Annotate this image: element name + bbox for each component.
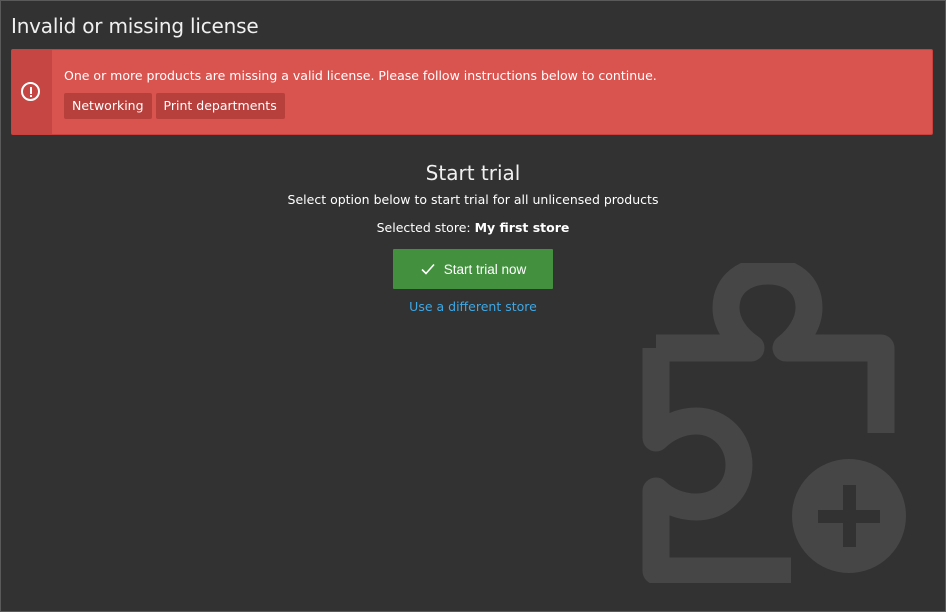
selected-store-label: Selected store: — [376, 220, 475, 235]
puzzle-plus-icon — [642, 263, 906, 583]
product-tag-networking: Networking — [64, 93, 152, 119]
license-window: Invalid or missing license One or more p… — [0, 0, 946, 612]
start-trial-label: Start trial now — [443, 261, 527, 277]
unlicensed-products-list: Networking Print departments — [64, 93, 285, 119]
product-tag-print-departments: Print departments — [155, 93, 285, 119]
alert-gutter — [12, 50, 52, 134]
page-title: Invalid or missing license — [11, 14, 259, 38]
selected-store-name: My first store — [474, 220, 570, 235]
check-icon — [421, 263, 435, 275]
trial-subtitle: Select option below to start trial for a… — [287, 192, 659, 207]
exclamation-circle-icon — [21, 82, 40, 101]
start-trial-button[interactable]: Start trial now — [393, 249, 553, 289]
license-alert: One or more products are missing a valid… — [11, 49, 933, 135]
alert-message: One or more products are missing a valid… — [64, 68, 657, 83]
trial-heading: Start trial — [425, 161, 521, 185]
selected-store-line: Selected store: My first store — [1, 219, 945, 237]
